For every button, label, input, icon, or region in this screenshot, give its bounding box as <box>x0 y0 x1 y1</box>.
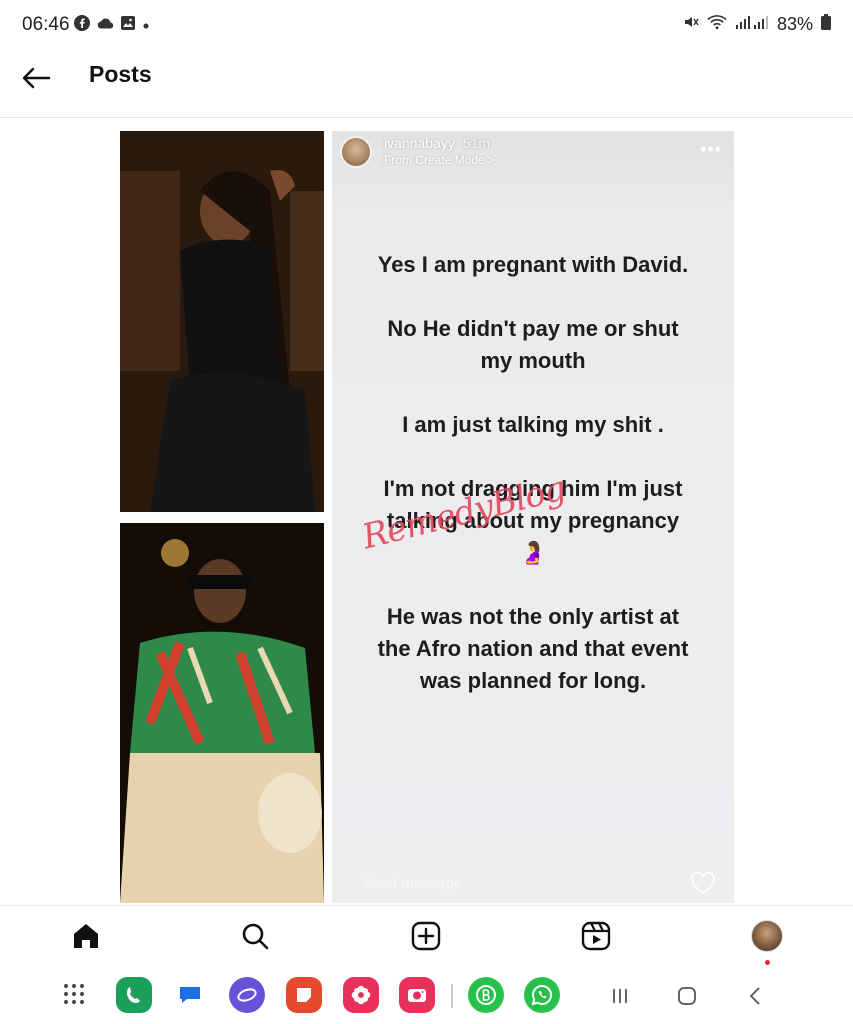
flower-icon <box>351 985 371 1005</box>
story-avatar[interactable] <box>340 136 372 168</box>
story-paragraph: Yes I am pregnant with David. <box>377 252 689 277</box>
story-username[interactable]: ivannabayy <box>384 135 455 151</box>
camera-icon <box>408 989 426 1002</box>
story-time: 51m <box>462 135 491 151</box>
status-bar: 06:46 83% <box>0 0 853 50</box>
status-left-icons <box>74 15 150 36</box>
internet-app[interactable] <box>229 977 265 1013</box>
nav-profile[interactable] <box>749 918 785 965</box>
reels-icon <box>581 921 611 951</box>
home-button-icon <box>678 987 696 1005</box>
dock-divider <box>451 984 453 1008</box>
gallery-app[interactable] <box>343 977 379 1013</box>
dot-icon <box>142 17 150 35</box>
mute-icon <box>683 14 699 35</box>
whatsapp-icon <box>531 984 553 1006</box>
like-button[interactable] <box>690 871 716 895</box>
back-button[interactable] <box>18 60 54 96</box>
wifi-icon <box>707 14 727 35</box>
story-paragraph: No He didn't pay me or shut my mouth <box>387 316 679 373</box>
photo-woman-illustration <box>120 131 324 512</box>
bottom-nav <box>0 905 853 967</box>
home-button[interactable] <box>671 980 703 1012</box>
send-message-input[interactable]: Send message <box>362 875 462 892</box>
image-icon <box>120 15 136 36</box>
story-paragraph: I am just talking my shit . <box>402 412 664 437</box>
story-paragraph: He was not the only artist at the Afro n… <box>377 604 689 693</box>
story-username-row: ivannabayy 51m <box>384 135 490 151</box>
nav-home[interactable] <box>68 918 104 954</box>
whatsapp-business-app[interactable] <box>468 977 504 1013</box>
recents-button[interactable] <box>604 980 636 1012</box>
nav-create[interactable] <box>408 918 444 954</box>
heart-icon <box>691 871 715 895</box>
story-more-button[interactable]: ••• <box>700 139 722 160</box>
arrow-left-icon <box>22 67 51 89</box>
android-dock <box>0 968 853 1024</box>
post-collage[interactable]: ivannabayy 51m From Create Mode > ••• Yes… <box>120 131 734 903</box>
photo-woman <box>120 131 324 512</box>
facebook-icon <box>74 15 90 36</box>
home-icon <box>74 924 98 948</box>
profile-avatar <box>751 920 783 952</box>
photo-man <box>120 523 324 903</box>
page-title: Posts <box>89 61 152 87</box>
back-button-nav[interactable] <box>740 980 772 1012</box>
globe-icon <box>237 988 257 1002</box>
photo-man-illustration <box>120 523 324 903</box>
create-icon <box>411 921 441 951</box>
notification-dot <box>765 960 770 965</box>
battery-icon <box>821 14 831 35</box>
phone-icon <box>127 987 140 1003</box>
cloud-icon <box>96 16 114 35</box>
note-icon <box>297 988 311 1002</box>
status-time: 06:46 <box>22 14 70 35</box>
signal-icon <box>735 14 769 35</box>
story-create-mode[interactable]: From Create Mode > <box>384 153 495 167</box>
chat-bubble-icon <box>180 987 200 1003</box>
recents-icon <box>613 989 627 1003</box>
whatsapp-app[interactable] <box>524 977 560 1013</box>
battery-level: 83% <box>776 14 813 34</box>
story-screenshot: ivannabayy 51m From Create Mode > ••• Yes… <box>332 131 734 903</box>
status-right: 83% <box>683 14 831 35</box>
search-icon <box>242 923 269 950</box>
nav-search[interactable] <box>237 918 273 954</box>
whatsapp-business-icon <box>476 985 496 1005</box>
app-drawer-button[interactable] <box>58 978 90 1010</box>
header: Posts <box>0 52 853 118</box>
messages-app[interactable] <box>172 977 208 1013</box>
notes-app[interactable] <box>286 977 322 1013</box>
phone-app[interactable] <box>116 977 152 1013</box>
nav-reels[interactable] <box>578 918 614 954</box>
app-grid-icon <box>64 984 84 1004</box>
back-button-icon <box>749 987 760 1005</box>
camera-app[interactable] <box>399 977 435 1013</box>
